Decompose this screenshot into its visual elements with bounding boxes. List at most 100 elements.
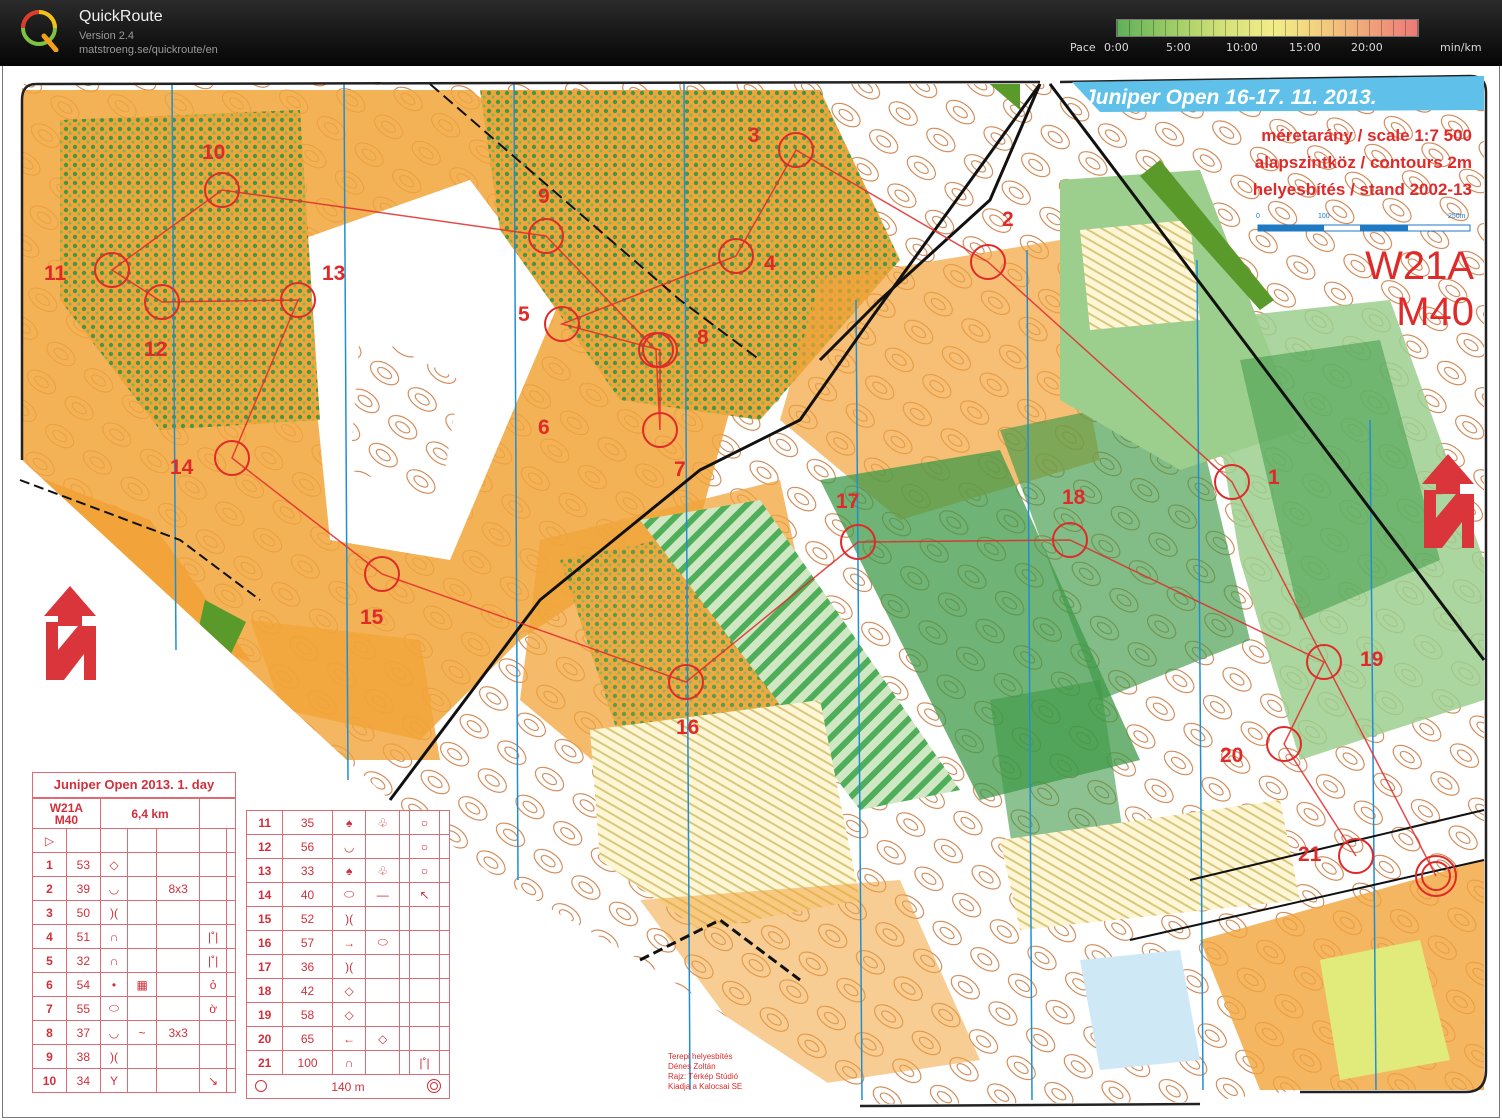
description-row: 12 56 ◡ ○ (245, 834, 450, 859)
control-label-17: 17 (836, 490, 860, 513)
control-number: 1 (32, 852, 67, 877)
control-location-symbol (199, 852, 228, 877)
control-number: 15 (245, 906, 284, 931)
description-course: W21A M40 (32, 798, 101, 829)
control-code: 37 (65, 1020, 101, 1045)
control-number: 16 (245, 930, 284, 955)
control-feature-symbol: ♠ (331, 858, 367, 883)
control-detail-symbol (365, 1002, 401, 1027)
control-detail-symbol (365, 1050, 401, 1075)
control-feature-symbol: ← (331, 1026, 367, 1051)
description-row: 16 57 → ⬭ (245, 930, 450, 955)
description-row: 14 40 ⬭ — ↖ (245, 882, 450, 907)
control-feature-symbol: ⬭ (331, 882, 367, 907)
control-extra (439, 930, 450, 955)
control-number: 7 (32, 996, 67, 1021)
scale-label-0: 0 (1256, 213, 1260, 220)
scale-bar (1257, 224, 1471, 232)
control-number: 18 (245, 978, 284, 1003)
description-row: 2 39 ◡ 8x3 (32, 876, 236, 901)
control-feature-symbol: ∩ (99, 924, 129, 949)
control-feature-symbol: ◇ (331, 978, 367, 1003)
description-row: 1 53 ◇ (32, 852, 236, 877)
control-number: 17 (245, 954, 284, 979)
map-scale-text: méretarány / scale 1:7 500 (1261, 126, 1472, 145)
control-label-1: 1 (1268, 466, 1280, 489)
control-extra (439, 834, 450, 859)
control-detail-symbol (127, 1068, 158, 1093)
control-dimension (399, 858, 410, 883)
control-label-9: 9 (538, 185, 550, 208)
control-label-12: 12 (144, 338, 168, 361)
description-row: 19 58 ◇ (245, 1002, 450, 1027)
control-dimension (156, 972, 201, 997)
control-code: 50 (65, 900, 101, 925)
description-row: 17 36)( (245, 954, 450, 979)
control-extra (439, 858, 450, 883)
control-dimension (399, 1002, 410, 1027)
control-detail-symbol (127, 876, 158, 901)
control-code: 38 (65, 1044, 101, 1069)
control-dimension (399, 954, 410, 979)
description-length: 6,4 km (99, 798, 201, 829)
control-label-14: 14 (170, 456, 194, 479)
description-row: 4 51 ∩ |˚| (32, 924, 236, 949)
control-extra (226, 852, 236, 877)
description-finish-row: 140 m (246, 1074, 450, 1099)
control-location-symbol (408, 930, 441, 955)
control-code: 33 (282, 858, 333, 883)
control-code: 100 (282, 1050, 333, 1075)
control-extra (439, 1050, 450, 1075)
control-code: 55 (65, 996, 101, 1021)
control-location-symbol (199, 1020, 228, 1045)
control-number: 4 (32, 924, 67, 949)
control-label-4: 4 (764, 252, 776, 275)
control-number: 21 (245, 1050, 284, 1075)
control-code: 53 (65, 852, 101, 877)
control-code: 39 (65, 876, 101, 901)
control-feature-symbol: )( (331, 906, 367, 931)
control-extra (226, 948, 236, 973)
course-class-m40: M40 (1396, 290, 1474, 334)
control-dimension: 8x3 (156, 876, 201, 901)
control-feature-symbol: ⬭ (99, 996, 129, 1021)
control-dimension (399, 906, 410, 931)
control-location-symbol (408, 954, 441, 979)
control-label-16: 16 (676, 716, 700, 739)
control-extra (439, 1026, 450, 1051)
control-label-13: 13 (322, 262, 346, 285)
control-number: 14 (245, 882, 284, 907)
description-row: 8 37 ◡ ~3x3 (32, 1020, 236, 1045)
control-feature-symbol: )( (331, 954, 367, 979)
control-dimension (399, 930, 410, 955)
control-location-symbol (408, 1026, 441, 1051)
control-dimension (399, 834, 410, 859)
description-row: 21 100 ∩ |˚| (245, 1050, 450, 1075)
control-location-symbol (199, 1044, 228, 1069)
control-label-3: 3 (748, 124, 760, 147)
control-feature-symbol: ◡ (99, 876, 129, 901)
control-detail-symbol (365, 954, 401, 979)
control-code: 36 (282, 954, 333, 979)
control-number: 8 (32, 1020, 67, 1045)
description-row: 3 50)( (32, 900, 236, 925)
control-code: 58 (282, 1002, 333, 1027)
description-row: 20 65 ← ◇ (245, 1026, 450, 1051)
control-feature-symbol: )( (99, 900, 129, 925)
north-arrow-icon (44, 586, 96, 680)
control-label-21: 21 (1298, 843, 1322, 866)
control-location-symbol: ○ (408, 858, 441, 883)
control-dimension (156, 924, 201, 949)
description-row: 9 38)( (32, 1044, 236, 1069)
control-detail-symbol: ▦ (127, 972, 158, 997)
control-extra (226, 900, 236, 925)
control-detail-symbol: — (365, 882, 401, 907)
description-row: 6 54 • ▦ ỏ (32, 972, 236, 997)
control-extra (226, 876, 236, 901)
control-label-5: 5 (518, 303, 530, 326)
control-feature-symbol: ◡ (331, 834, 367, 859)
control-label-8: 8 (697, 326, 709, 349)
control-feature-symbol: ◇ (331, 1002, 367, 1027)
description-row: 15 52)( (245, 906, 450, 931)
control-code: 51 (65, 924, 101, 949)
